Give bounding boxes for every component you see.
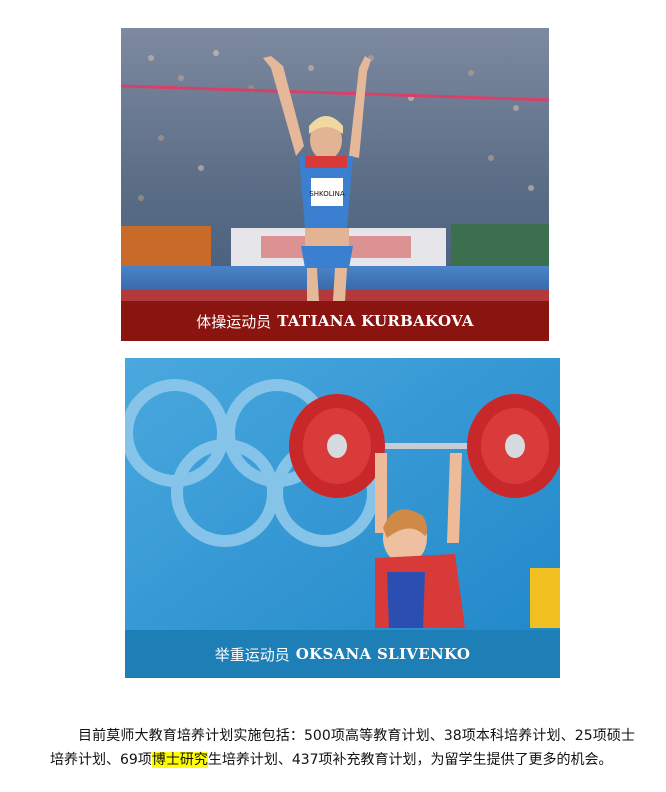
caption-chinese: 举重运动员 [214, 645, 290, 664]
paragraph-text-end: 生培养计划、437项补充教育计划，为留学生提供了更多的机会。 [207, 752, 613, 768]
highlighted-text: 博士研究 [151, 752, 208, 768]
bib-text: SHKOLINA [309, 190, 345, 198]
caption-chinese: 体操运动员 [196, 312, 272, 331]
weightlifting-photo: 举重运动员 OKSANA SLIVENKO [125, 358, 560, 678]
body-paragraph: 目前莫师大教育培养计划实施包括：500项高等教育计划、38项本科培养计划、25项… [50, 724, 635, 772]
athlete-caption: 体操运动员 TATIANA KURBAKOVA [121, 301, 549, 341]
athlete-caption: 举重运动员 OKSANA SLIVENKO [125, 630, 560, 678]
high-jump-illustration: SHKOLINA [121, 28, 549, 341]
caption-english: OKSANA SLIVENKO [295, 645, 471, 663]
high-jump-photo: SHKOLINA 体操运动员 TATIANA KURBAKOVA [121, 28, 549, 341]
caption-english: TATIANA KURBAKOVA [277, 312, 474, 330]
